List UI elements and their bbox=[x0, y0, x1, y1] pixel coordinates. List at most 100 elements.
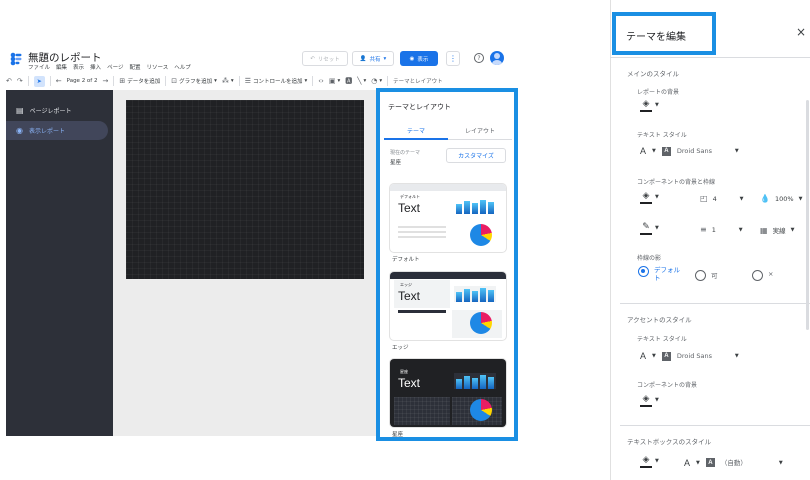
code-embed-icon[interactable]: ‹› bbox=[318, 77, 324, 85]
fill-color-icon: ◈ bbox=[642, 191, 650, 201]
theme-preview-pie bbox=[470, 399, 492, 421]
border-color-picker[interactable]: ✎ ▼ bbox=[640, 222, 659, 235]
page-icon: ▤ bbox=[16, 106, 24, 115]
text-icon[interactable]: 🅰 bbox=[345, 76, 352, 86]
theme-preview-table bbox=[398, 226, 446, 241]
tab-theme[interactable]: テーマ bbox=[384, 122, 448, 140]
font-family-select[interactable]: （自動） bbox=[721, 457, 773, 468]
avatar[interactable] bbox=[490, 51, 504, 65]
sidebar-item-view-report[interactable]: ◉ 表示レポート bbox=[6, 121, 108, 140]
more-vert-icon: ⋮ bbox=[449, 54, 457, 63]
opacity-value: 100% bbox=[774, 194, 794, 203]
menu-page[interactable]: ページ bbox=[107, 63, 123, 71]
shape-button[interactable]: ◔ ▾ bbox=[371, 77, 382, 85]
textbox-background-color-picker[interactable]: ◈ ▼ bbox=[640, 455, 659, 468]
theme-layout-panel: テーマとレイアウト テーマ レイアウト 現在のテーマ 星座 カスタマイズ デフォ… bbox=[376, 88, 518, 441]
menu-help[interactable]: ヘルプ bbox=[174, 63, 191, 71]
chevron-down-icon: ▼ bbox=[655, 225, 659, 231]
toolbar-divider bbox=[49, 76, 51, 86]
arrow-right-icon[interactable]: → bbox=[103, 77, 109, 85]
add-control-button[interactable]: ☰ コントロールを追加 ▾ bbox=[245, 77, 308, 85]
menu-edit[interactable]: 編集 bbox=[56, 63, 67, 71]
panel-header-divider bbox=[610, 57, 810, 58]
edit-theme-title: テーマを編集 bbox=[626, 32, 686, 43]
border-weight-select[interactable]: ≡ 1 ▼ bbox=[700, 225, 743, 234]
add-chart-button[interactable]: ⊡ グラフを追加 ▾ bbox=[171, 77, 217, 85]
chevron-down-icon[interactable]: ▼ bbox=[735, 148, 739, 154]
share-button[interactable]: 👤 共有 ▾ bbox=[352, 51, 394, 66]
close-icon[interactable]: × bbox=[796, 25, 806, 39]
theme-preview-tag: デフォルト bbox=[400, 194, 420, 199]
preview-row bbox=[398, 231, 446, 233]
eye-icon: ◉ bbox=[409, 55, 415, 62]
report-page[interactable] bbox=[126, 100, 364, 279]
shadow-option-yes[interactable]: 可 bbox=[695, 270, 718, 281]
preview-bar bbox=[456, 204, 462, 214]
scrollbar[interactable] bbox=[806, 100, 809, 330]
undo-icon[interactable]: ↶ bbox=[6, 77, 12, 85]
theme-and-layout-button[interactable]: テーマとレイアウト bbox=[393, 77, 443, 85]
arrow-left-icon[interactable]: ← bbox=[56, 77, 62, 85]
preview-bar bbox=[480, 375, 486, 389]
chevron-down-icon: ▼ bbox=[655, 194, 659, 200]
help-button[interactable]: ? bbox=[474, 53, 484, 63]
font-family-icon: A bbox=[661, 146, 671, 156]
menu-file[interactable]: ファイル bbox=[28, 63, 50, 71]
looker-studio-logo[interactable] bbox=[10, 52, 22, 66]
chevron-down-icon[interactable]: ▼ bbox=[779, 460, 783, 466]
filter-control-icon: ☰ bbox=[244, 77, 251, 85]
menu-insert[interactable]: 挿入 bbox=[90, 63, 101, 71]
add-data-button[interactable]: ⊞ データを追加 bbox=[119, 77, 160, 85]
more-options-button[interactable]: ⋮ bbox=[446, 51, 460, 66]
theme-card-constellation[interactable]: 星座 Text bbox=[390, 359, 506, 427]
border-radius-select[interactable]: ◰ 4 ▼ bbox=[700, 194, 743, 203]
text-color-icon[interactable]: A bbox=[684, 458, 690, 468]
redo-icon[interactable]: ↷ bbox=[17, 77, 23, 85]
menu-resource[interactable]: リソース bbox=[146, 63, 168, 71]
preview-bar bbox=[480, 288, 486, 302]
border-style-select[interactable]: ▦ 実線 ▼ bbox=[760, 225, 794, 236]
opacity-select[interactable]: 💧 100% ▼ bbox=[760, 194, 802, 203]
sidebar-item-page-report[interactable]: ▤ ページレポート bbox=[6, 101, 108, 120]
line-button[interactable]: ╲ ▾ bbox=[357, 77, 366, 85]
preview-row bbox=[398, 226, 446, 228]
theme-card-default[interactable]: デフォルト Text bbox=[390, 184, 506, 252]
reset-button[interactable]: ↶ リセット bbox=[302, 51, 348, 66]
menu-view[interactable]: 表示 bbox=[73, 63, 84, 71]
chevron-down-icon: ▼ bbox=[655, 397, 659, 403]
font-family-select[interactable]: Droid Sans bbox=[677, 147, 729, 156]
share-label: 共有 bbox=[369, 56, 381, 63]
report-background-color-picker[interactable]: ◈ ▼ bbox=[640, 99, 659, 112]
theme-card-edge[interactable]: エッジ Text bbox=[390, 272, 506, 340]
tab-layout[interactable]: レイアウト bbox=[448, 122, 512, 140]
font-family-icon: A bbox=[705, 458, 715, 467]
customize-button[interactable]: カスタマイズ bbox=[446, 148, 506, 163]
shadow-option-no[interactable]: × bbox=[752, 270, 773, 281]
shadow-option-default[interactable]: デフォルト bbox=[638, 266, 684, 283]
community-viz-button[interactable]: ⁂ ▾ bbox=[222, 77, 234, 85]
accent-background-color-picker[interactable]: ◈ ▼ bbox=[640, 394, 659, 407]
font-family-select[interactable]: Droid Sans bbox=[677, 352, 729, 361]
component-background-color-picker[interactable]: ◈ ▼ bbox=[640, 191, 659, 204]
fill-color-icon: ◈ bbox=[642, 99, 650, 109]
chevron-down-icon[interactable]: ▼ bbox=[652, 148, 656, 154]
section-divider bbox=[620, 303, 810, 304]
toolbar: ↶ ↷ ➤ ← Page 2 of 2 → ⊞ データを追加 ⊡ グラフを追加 … bbox=[6, 73, 512, 89]
component-bg-border-label: コンポーネントの背景と枠線 bbox=[637, 179, 716, 186]
border-radius-value: 4 bbox=[712, 194, 717, 203]
chevron-down-icon[interactable]: ▼ bbox=[652, 353, 656, 359]
chevron-down-icon: ▼ bbox=[655, 102, 659, 108]
menu-arrange[interactable]: 配置 bbox=[129, 63, 140, 71]
chevron-down-icon[interactable]: ▼ bbox=[696, 460, 700, 466]
section-divider bbox=[620, 425, 810, 426]
text-color-icon[interactable]: A bbox=[640, 146, 646, 156]
chevron-down-icon[interactable]: ▼ bbox=[735, 353, 739, 359]
color-swatch bbox=[640, 110, 652, 112]
image-button[interactable]: ▣ ▾ bbox=[329, 77, 340, 85]
preview-bar bbox=[488, 290, 494, 302]
border-shadow-label: 枠線の影 bbox=[637, 255, 662, 262]
text-color-icon[interactable]: A bbox=[640, 351, 646, 361]
view-button[interactable]: ◉ 表示 bbox=[400, 51, 438, 66]
select-cursor-icon[interactable]: ➤ bbox=[33, 75, 45, 87]
current-theme-label: 現在のテーマ bbox=[390, 150, 421, 156]
